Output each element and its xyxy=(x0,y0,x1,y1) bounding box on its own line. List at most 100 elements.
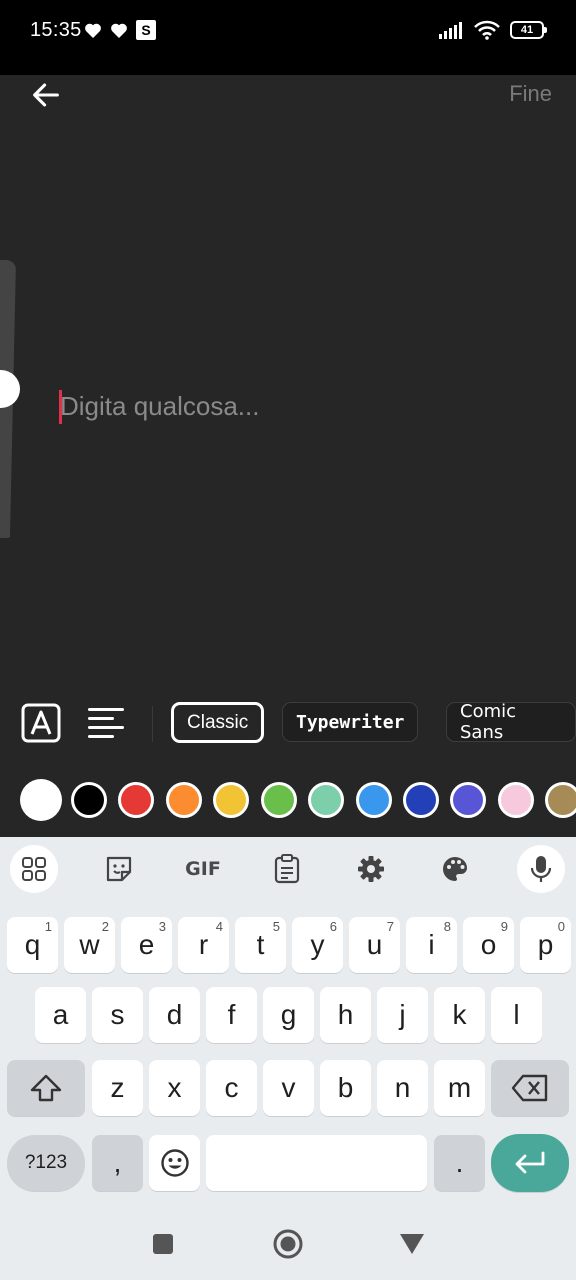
text-size-slider-handle[interactable] xyxy=(0,370,20,408)
gif-button[interactable]: GIF xyxy=(179,845,227,893)
toolbar-divider xyxy=(152,706,153,742)
color-swatch[interactable] xyxy=(213,782,249,818)
navigation-bar xyxy=(0,1212,576,1280)
key-label: e xyxy=(138,929,155,960)
key-v[interactable]: v xyxy=(263,1060,314,1116)
comma-key[interactable]: , xyxy=(92,1135,143,1191)
key-label: f xyxy=(227,999,236,1030)
battery-icon: 41 xyxy=(510,21,547,39)
key-label: ?123 xyxy=(24,1152,68,1173)
key-u[interactable]: u7 xyxy=(349,917,400,973)
key-o[interactable]: o9 xyxy=(463,917,514,973)
key-label: r xyxy=(198,929,209,960)
square-icon xyxy=(153,1234,173,1254)
status-bar: 15:35 S 41 xyxy=(0,0,576,75)
enter-key[interactable] xyxy=(491,1134,569,1192)
font-option-comic-sans[interactable]: Comic Sans xyxy=(446,701,576,743)
key-hint: 5 xyxy=(272,919,280,934)
color-swatch[interactable] xyxy=(20,779,62,821)
emoji-key[interactable] xyxy=(149,1135,200,1191)
key-label: j xyxy=(399,999,406,1030)
apps-grid-button[interactable] xyxy=(10,845,58,893)
settings-button[interactable] xyxy=(347,845,395,893)
key-c[interactable]: c xyxy=(206,1060,257,1116)
sticker-button[interactable] xyxy=(95,845,143,893)
key-label: p xyxy=(537,929,554,960)
key-g[interactable]: g xyxy=(263,987,314,1043)
key-label: z xyxy=(110,1072,125,1103)
clipboard-button[interactable] xyxy=(263,845,311,893)
key-p[interactable]: p0 xyxy=(520,917,571,973)
color-swatch[interactable] xyxy=(356,782,392,818)
key-s[interactable]: s xyxy=(92,987,143,1043)
palette-icon xyxy=(443,857,467,881)
mic-icon xyxy=(530,856,552,882)
key-label: q xyxy=(24,929,41,960)
color-swatch[interactable] xyxy=(166,782,202,818)
key-e[interactable]: e3 xyxy=(121,917,172,973)
heart-icon xyxy=(111,23,127,38)
key-hint: 8 xyxy=(443,919,451,934)
status-system-icons: 41 xyxy=(438,20,547,40)
color-swatch[interactable] xyxy=(308,782,344,818)
color-swatch[interactable] xyxy=(261,782,297,818)
gif-label: GIF xyxy=(185,858,221,880)
key-hint: 0 xyxy=(557,919,565,934)
key-j[interactable]: j xyxy=(377,987,428,1043)
key-h[interactable]: h xyxy=(320,987,371,1043)
key-d[interactable]: d xyxy=(149,987,200,1043)
space-key[interactable] xyxy=(206,1135,427,1191)
font-option-classic[interactable]: Classic xyxy=(171,702,265,743)
key-z[interactable]: z xyxy=(92,1060,143,1116)
period-key[interactable]: . xyxy=(434,1135,485,1191)
key-label: l xyxy=(513,999,520,1030)
key-l[interactable]: l xyxy=(491,987,542,1043)
shift-icon xyxy=(30,1074,62,1102)
back-button[interactable] xyxy=(26,75,66,115)
s-app-icon: S xyxy=(136,20,156,40)
key-f[interactable]: f xyxy=(206,987,257,1043)
symbols-key[interactable]: ?123 xyxy=(7,1135,85,1191)
color-swatch[interactable] xyxy=(71,782,107,818)
font-option-typewriter[interactable]: Typewriter xyxy=(282,702,419,742)
voice-input-button[interactable] xyxy=(517,845,565,893)
back-nav-button[interactable] xyxy=(399,1233,425,1255)
shift-key[interactable] xyxy=(7,1060,85,1116)
done-button[interactable]: Fine xyxy=(509,81,552,107)
text-background-button[interactable] xyxy=(21,703,61,743)
key-m[interactable]: m xyxy=(434,1060,485,1116)
key-r[interactable]: r4 xyxy=(178,917,229,973)
key-hint: 2 xyxy=(101,919,109,934)
backspace-key[interactable] xyxy=(491,1060,569,1116)
key-label: b xyxy=(337,1072,354,1103)
recents-button[interactable] xyxy=(152,1233,174,1255)
key-hint: 7 xyxy=(386,919,394,934)
color-swatch[interactable] xyxy=(498,782,534,818)
text-align-button[interactable] xyxy=(86,703,126,743)
key-n[interactable]: n xyxy=(377,1060,428,1116)
key-label: c xyxy=(224,1072,239,1103)
text-style-toolbar: Classic Typewriter Comic Sans xyxy=(0,696,576,752)
theme-button[interactable] xyxy=(431,845,479,893)
font-option-label: Comic Sans xyxy=(460,701,517,743)
key-t[interactable]: t5 xyxy=(235,917,286,973)
key-label: m xyxy=(447,1072,472,1103)
backspace-icon xyxy=(511,1074,548,1102)
home-button[interactable] xyxy=(272,1228,304,1260)
color-swatch[interactable] xyxy=(545,782,576,818)
key-x[interactable]: x xyxy=(149,1060,200,1116)
key-w[interactable]: w2 xyxy=(64,917,115,973)
apps-grid-icon xyxy=(22,857,46,881)
text-input-placeholder[interactable]: Digita qualcosa... xyxy=(60,391,259,422)
key-i[interactable]: i8 xyxy=(406,917,457,973)
key-a[interactable]: a xyxy=(35,987,86,1043)
key-label: . xyxy=(455,1147,464,1178)
color-swatch[interactable] xyxy=(450,782,486,818)
key-b[interactable]: b xyxy=(320,1060,371,1116)
text-editor: Fine Digita qualcosa... Classic Typewrit… xyxy=(0,75,576,837)
key-k[interactable]: k xyxy=(434,987,485,1043)
key-q[interactable]: q1 xyxy=(7,917,58,973)
key-y[interactable]: y6 xyxy=(292,917,343,973)
color-swatch[interactable] xyxy=(118,782,154,818)
color-swatch[interactable] xyxy=(403,782,439,818)
